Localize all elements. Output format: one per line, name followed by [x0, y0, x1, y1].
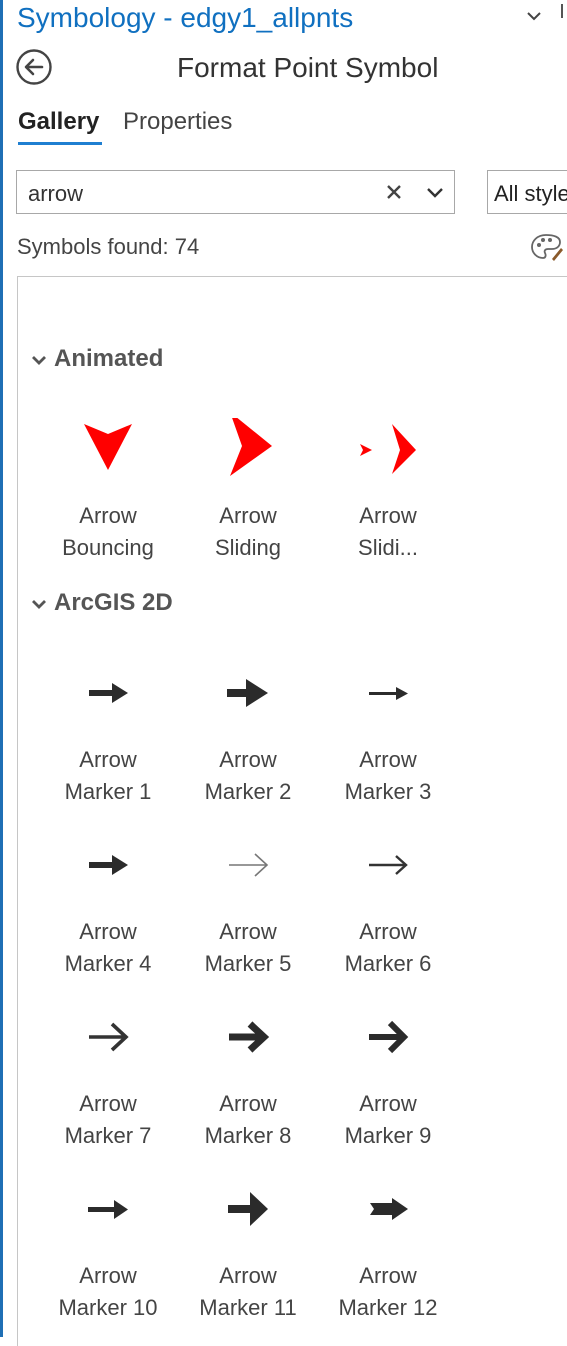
group-label: ArcGIS 2D [54, 589, 173, 616]
symbol-arrow-marker-9[interactable]: Arrow Marker 9 [318, 1006, 458, 1170]
close-icon[interactable] [383, 181, 405, 203]
arrow-marker-6-icon [369, 855, 408, 875]
symbol-arrow-bouncing[interactable]: Arrow Bouncing [38, 418, 178, 582]
symbol-arrow-marker-4[interactable]: Arrow Marker 4 [38, 834, 178, 998]
symbol-label: Arrow Sliding [214, 503, 282, 560]
symbol-arrow-marker-5[interactable]: Arrow Marker 5 [178, 834, 318, 998]
tab-selected-underline [18, 142, 102, 145]
arrow-marker-12-icon [370, 1198, 408, 1220]
symbol-arrow-marker-12[interactable]: Arrow Marker 12 [318, 1178, 458, 1342]
symbol-label: Arrow Marker 11 [199, 1263, 297, 1320]
arrow-bouncing-icon [84, 424, 132, 470]
symbol-label: Arrow Marker 12 [338, 1263, 438, 1320]
arrow-marker-7-icon [89, 1022, 129, 1052]
symbol-label: Arrow Marker 3 [344, 747, 432, 804]
symbol-label: Arrow Marker 9 [344, 1091, 432, 1148]
symbol-arrow-marker-10[interactable]: Arrow Marker 10 [38, 1178, 178, 1342]
chevron-down-icon[interactable] [425, 183, 445, 203]
back-arrow-circle-icon[interactable] [15, 48, 53, 86]
tab-gallery[interactable]: Gallery [18, 108, 99, 136]
arrow-marker-1-icon [89, 683, 128, 703]
arrow-sliding-icon [230, 418, 272, 476]
pane-options-icon[interactable] [556, 0, 567, 22]
arrow-marker-11-icon [228, 1192, 268, 1226]
symbol-label: Arrow Slidi... [358, 503, 418, 560]
palette-icon[interactable] [530, 232, 564, 262]
symbol-label: Arrow Marker 5 [204, 919, 292, 976]
arrow-marker-4-icon [89, 855, 128, 875]
symbol-arrow-sliding[interactable]: Arrow Sliding [178, 418, 318, 582]
symbol-arrow-marker-11[interactable]: Arrow Marker 11 [178, 1178, 318, 1342]
symbol-label: Arrow Marker 1 [64, 747, 152, 804]
group-label: Animated [54, 345, 164, 372]
symbol-label: Arrow Marker 2 [204, 747, 292, 804]
symbol-label: Arrow Marker 7 [64, 1091, 152, 1148]
symbol-arrow-marker-1[interactable]: Arrow Marker 1 [38, 662, 178, 826]
symbol-arrow-sliding-2[interactable]: Arrow Slidi... [318, 418, 458, 582]
symbol-label: Arrow Marker 6 [344, 919, 432, 976]
arrow-marker-2-icon [227, 679, 268, 707]
pane-title: Symbology - edgy1_allpnts [17, 2, 354, 33]
pane-edge [0, 0, 3, 1337]
group-header-animated[interactable]: Animated [30, 345, 163, 373]
search-input[interactable]: arrow [16, 170, 455, 214]
style-filter-select[interactable]: All styles [487, 170, 567, 214]
chevron-down-icon [32, 599, 46, 609]
symbol-arrow-marker-7[interactable]: Arrow Marker 7 [38, 1006, 178, 1170]
symbol-label: Arrow Marker 10 [58, 1263, 158, 1320]
chevron-down-icon [32, 355, 46, 365]
group-header-arcgis-2d[interactable]: ArcGIS 2D [30, 589, 173, 617]
symbol-arrow-marker-3[interactable]: Arrow Marker 3 [318, 662, 458, 826]
symbol-arrow-marker-2[interactable]: Arrow Marker 2 [178, 662, 318, 826]
arrow-marker-8-icon [229, 1021, 270, 1053]
arrow-marker-9-icon [369, 1020, 409, 1054]
symbol-arrow-marker-8[interactable]: Arrow Marker 8 [178, 1006, 318, 1170]
arrow-sliding-2-icon [360, 424, 416, 474]
search-value: arrow [28, 181, 84, 206]
symbol-arrow-marker-6[interactable]: Arrow Marker 6 [318, 834, 458, 998]
symbol-label: Arrow Marker 4 [64, 919, 152, 976]
arrow-marker-10-icon [88, 1200, 128, 1219]
chevron-down-icon[interactable] [524, 6, 544, 26]
symbol-label: Arrow Marker 8 [204, 1091, 292, 1148]
arrow-marker-3-icon [369, 687, 408, 700]
arrow-marker-5-icon [229, 853, 269, 877]
symbols-found-count: Symbols found: 74 [17, 234, 200, 259]
tab-properties[interactable]: Properties [123, 108, 232, 136]
symbol-label: Arrow Bouncing [62, 503, 154, 560]
style-filter-value: All styles [494, 181, 567, 206]
header-title: Format Point Symbol [177, 52, 439, 83]
